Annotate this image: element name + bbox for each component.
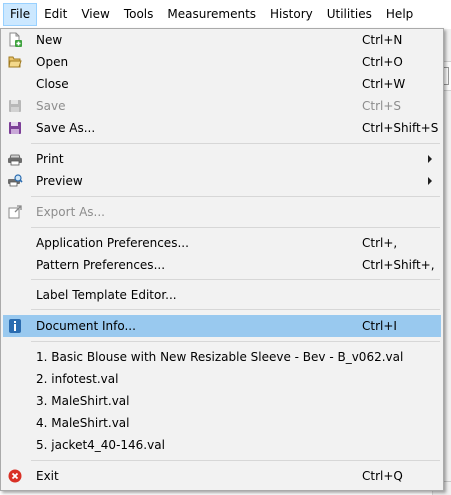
menu-separator	[31, 309, 440, 310]
menu-item-close[interactable]: Close Ctrl+W	[3, 73, 441, 95]
recent-file-2[interactable]: 2. infotest.val	[3, 368, 441, 390]
menu-item-save-as[interactable]: Save As... Ctrl+Shift+S	[3, 117, 441, 139]
menu-edit[interactable]: Edit	[37, 3, 74, 26]
submenu-arrow-icon	[428, 177, 432, 185]
menu-item-label: Save As...	[36, 121, 96, 135]
menu-item-shortcut: Ctrl+Shift+S	[362, 121, 439, 135]
menu-tools[interactable]: Tools	[117, 3, 161, 26]
menu-separator	[31, 460, 440, 461]
menu-item-label: Exit	[36, 469, 59, 483]
menu-separator	[31, 196, 440, 197]
menu-item-label: Export As...	[36, 205, 105, 219]
menu-item-shortcut: Ctrl+N	[362, 33, 403, 47]
menu-item-print[interactable]: Print	[3, 148, 441, 170]
menu-item-label: Open	[36, 55, 69, 69]
menu-item-shortcut: Ctrl+O	[362, 55, 403, 69]
menu-item-open[interactable]: Open Ctrl+O	[3, 51, 441, 73]
menu-item-label: Save	[36, 99, 66, 113]
menu-item-export-as: Export As...	[3, 201, 441, 223]
printer-icon	[7, 151, 23, 167]
recent-file-label: 1. Basic Blouse with New Resizable Sleev…	[36, 350, 404, 364]
menu-separator	[31, 143, 440, 144]
menu-item-label: Close	[36, 77, 69, 91]
recent-file-label: 5. jacket4_40-146.val	[36, 438, 165, 452]
menu-item-label: Pattern Preferences...	[36, 258, 166, 272]
menu-item-new[interactable]: New Ctrl+N	[3, 29, 441, 51]
save-as-icon	[7, 120, 23, 136]
menu-history[interactable]: History	[263, 3, 320, 26]
print-preview-icon	[7, 173, 23, 189]
menu-item-label: Label Template Editor...	[36, 288, 177, 302]
info-icon	[7, 318, 23, 334]
menu-item-label-template-editor[interactable]: Label Template Editor...	[3, 284, 441, 306]
file-menu-dropdown: New Ctrl+N Open Ctrl+O Close Ctrl+W Save…	[0, 28, 444, 491]
recent-file-5[interactable]: 5. jacket4_40-146.val	[3, 434, 441, 456]
menu-separator	[31, 341, 440, 342]
recent-file-4[interactable]: 4. MaleShirt.val	[3, 412, 441, 434]
menu-separator	[31, 227, 440, 228]
menu-help[interactable]: Help	[379, 3, 420, 26]
menu-item-label: Document Info...	[36, 319, 136, 333]
menu-item-label: New	[36, 33, 63, 47]
menu-item-shortcut: Ctrl+,	[362, 236, 398, 250]
menu-item-document-info[interactable]: Document Info... Ctrl+I	[3, 315, 441, 337]
recent-file-label: 3. MaleShirt.val	[36, 394, 130, 408]
menu-item-label: Application Preferences...	[36, 236, 189, 250]
menu-item-application-preferences[interactable]: Application Preferences... Ctrl+,	[3, 232, 441, 254]
menu-item-label: Print	[36, 152, 64, 166]
menu-item-shortcut: Ctrl+I	[362, 319, 397, 333]
menu-item-shortcut: Ctrl+W	[362, 77, 406, 91]
recent-file-label: 4. MaleShirt.val	[36, 416, 130, 430]
menu-item-shortcut: Ctrl+Q	[362, 469, 403, 483]
menubar: File Edit View Tools Measurements Histor…	[0, 0, 451, 29]
menu-item-shortcut: Ctrl+S	[362, 99, 402, 113]
open-folder-icon	[7, 54, 23, 70]
menu-item-preview[interactable]: Preview	[3, 170, 441, 192]
recent-file-1[interactable]: 1. Basic Blouse with New Resizable Sleev…	[3, 346, 441, 368]
save-icon	[7, 98, 23, 114]
recent-file-3[interactable]: 3. MaleShirt.val	[3, 390, 441, 412]
menu-measurements[interactable]: Measurements	[160, 3, 263, 26]
exit-icon	[7, 468, 23, 484]
menu-separator	[31, 279, 440, 280]
new-document-icon	[7, 32, 23, 48]
submenu-arrow-icon	[428, 155, 432, 163]
menu-utilities[interactable]: Utilities	[320, 3, 379, 26]
menu-item-save: Save Ctrl+S	[3, 95, 441, 117]
menu-item-shortcut: Ctrl+Shift+,	[362, 258, 435, 272]
export-icon	[7, 204, 23, 220]
recent-file-label: 2. infotest.val	[36, 372, 119, 386]
menu-item-pattern-preferences[interactable]: Pattern Preferences... Ctrl+Shift+,	[3, 254, 441, 276]
application-window: File Edit View Tools Measurements Histor…	[0, 0, 451, 495]
menu-item-exit[interactable]: Exit Ctrl+Q	[3, 465, 441, 487]
menu-item-label: Preview	[36, 174, 83, 188]
menu-view[interactable]: View	[74, 3, 116, 26]
menu-file[interactable]: File	[3, 3, 38, 26]
